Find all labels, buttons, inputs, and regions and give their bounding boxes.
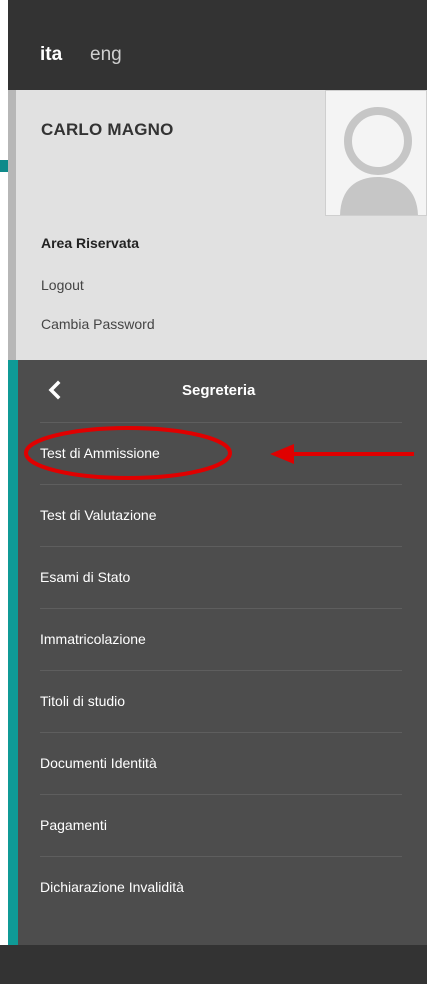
- user-area-edge: [8, 90, 16, 360]
- language-bar: ita eng: [8, 0, 427, 90]
- menu-divider: [40, 794, 402, 795]
- page-left-margin: [0, 0, 8, 984]
- menu-item-label: Documenti Identità: [40, 755, 157, 771]
- highlight-ellipse-annotation: [24, 426, 232, 480]
- accent-mark: [0, 160, 8, 172]
- menu-item-pagamenti[interactable]: Pagamenti: [18, 794, 427, 856]
- language-eng-link[interactable]: eng: [90, 44, 122, 66]
- change-password-link[interactable]: Cambia Password: [41, 316, 155, 332]
- panel-bottom: [0, 945, 419, 984]
- user-silhouette-icon: [340, 107, 418, 215]
- user-area: CARLO MAGNO Area Riservata Logout Cambia…: [8, 90, 427, 360]
- language-ita-link[interactable]: ita: [40, 44, 62, 66]
- arrow-left-annotation: [270, 444, 414, 464]
- menu-item-label: Dichiarazione Invalidità: [40, 879, 184, 895]
- logout-link[interactable]: Logout: [41, 277, 84, 293]
- user-name: CARLO MAGNO: [41, 120, 174, 139]
- reserved-area-title: Area Riservata: [41, 235, 140, 251]
- menu-divider: [40, 856, 402, 857]
- avatar: [325, 90, 427, 216]
- menu-item-dichiarazione-invalidita[interactable]: Dichiarazione Invalidità: [18, 856, 427, 918]
- menu-overlay: [8, 360, 427, 748]
- menu-item-label: Pagamenti: [40, 817, 107, 833]
